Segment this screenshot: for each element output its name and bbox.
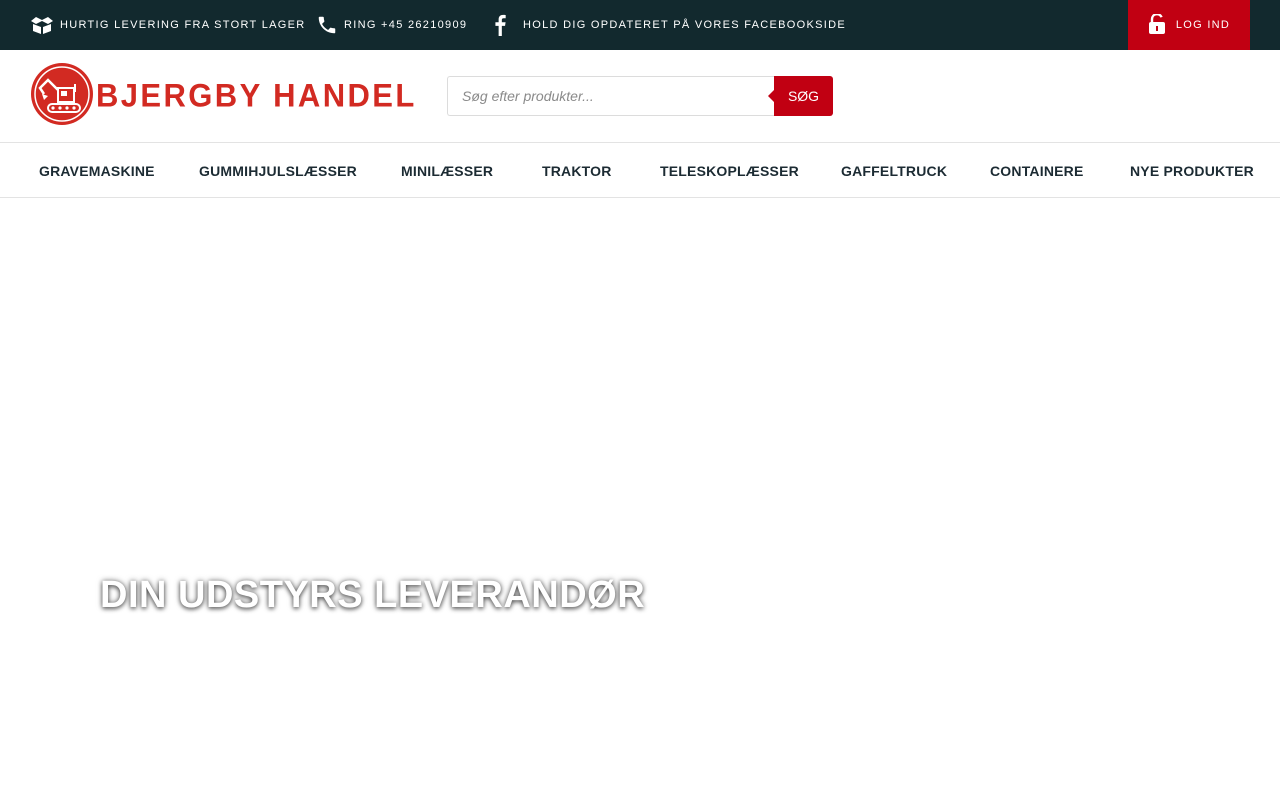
nav-item-gravemaskine[interactable]: GRAVEMASKINE <box>39 143 155 198</box>
phone-link[interactable]: RING +45 26210909 <box>316 0 467 50</box>
hero-banner: DIN UDSTYRS LEVERANDØR <box>0 198 1280 800</box>
phone-icon <box>316 14 338 36</box>
hero-title: DIN UDSTYRS LEVERANDØR <box>100 574 646 616</box>
phone-label: RING +45 26210909 <box>344 19 468 31</box>
unlock-icon <box>1148 12 1166 37</box>
facebook-link[interactable]: HOLD DIG OPDATERET PÅ VORES FACEBOOKSIDE <box>493 0 846 50</box>
site-logo[interactable]: BJERGBY HANDEL <box>30 62 417 131</box>
box-icon <box>30 16 54 34</box>
main-nav: GRAVEMASKINE GUMMIHJULSLÆSSER MINILÆSSER… <box>0 143 1280 198</box>
search-input[interactable] <box>447 76 777 116</box>
search-form: SØG <box>447 76 833 116</box>
nav-item-gummihjulslaesser[interactable]: GUMMIHJULSLÆSSER <box>199 143 357 198</box>
logo-text: BJERGBY HANDEL <box>96 77 417 114</box>
facebook-label: HOLD DIG OPDATERET PÅ VORES FACEBOOKSIDE <box>523 19 846 31</box>
facebook-icon <box>493 14 507 36</box>
nav-item-teleskoplaesser[interactable]: TELESKOPLÆSSER <box>660 143 799 198</box>
site-header: BJERGBY HANDEL SØG <box>0 50 1280 143</box>
nav-item-traktor[interactable]: TRAKTOR <box>542 143 612 198</box>
delivery-info: HURTIG LEVERING FRA STORT LAGER <box>30 0 305 50</box>
login-button[interactable]: LOG IND <box>1128 0 1250 50</box>
excavator-logo-icon <box>30 62 94 131</box>
nav-item-minilaesser[interactable]: MINILÆSSER <box>401 143 493 198</box>
login-label: LOG IND <box>1175 19 1231 31</box>
nav-item-gaffeltruck[interactable]: GAFFELTRUCK <box>841 143 947 198</box>
top-bar: HURTIG LEVERING FRA STORT LAGER RING +45… <box>0 0 1280 50</box>
nav-item-containere[interactable]: CONTAINERE <box>990 143 1084 198</box>
nav-item-nye-produkter[interactable]: NYE PRODUKTER <box>1130 143 1254 198</box>
delivery-label: HURTIG LEVERING FRA STORT LAGER <box>60 19 306 31</box>
search-button[interactable]: SØG <box>768 76 833 116</box>
